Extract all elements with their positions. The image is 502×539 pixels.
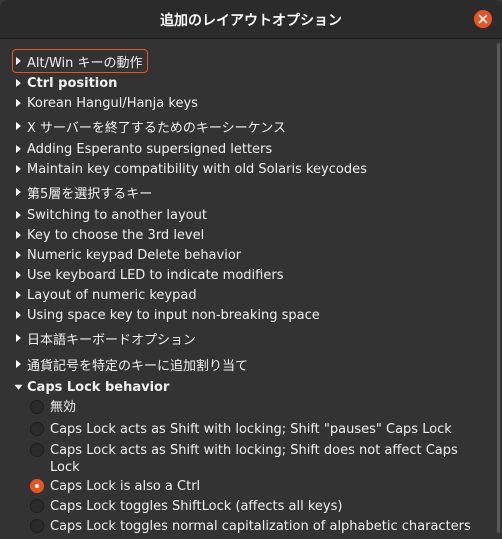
tree-item-label: Use keyboard LED to indicate modifiers: [27, 267, 284, 283]
tree-item-label: Caps Lock behavior: [27, 379, 170, 395]
window-title: 追加のレイアウトオプション: [160, 13, 342, 29]
tree-item-5th-level[interactable]: 第5層を選択するキー: [14, 182, 152, 202]
tree-item-3rd-level[interactable]: Key to choose the 3rd level: [14, 225, 204, 245]
tree-item-label: Numeric keypad Delete behavior: [27, 247, 242, 263]
expander-collapsed-icon[interactable]: [14, 230, 23, 240]
caps-option-shiftlock[interactable]: Caps Lock toggles ShiftLock (affects all…: [30, 498, 470, 515]
caps-option-disabled[interactable]: 無効: [30, 399, 470, 416]
caps-option-shift-pauses[interactable]: Caps Lock acts as Shift with locking; Sh…: [30, 421, 470, 438]
tree-item-japanese-options[interactable]: 日本語キーボードオプション: [14, 328, 196, 348]
radio-label: Caps Lock toggles ShiftLock (affects all…: [50, 499, 343, 514]
radio-label: 無効: [50, 400, 77, 415]
tree-item-korean-keys[interactable]: Korean Hangul/Hanja keys: [14, 93, 198, 113]
close-icon: [478, 14, 488, 24]
tree-item-label: Layout of numeric keypad: [27, 287, 197, 303]
expander-collapsed-icon[interactable]: [14, 78, 23, 88]
tree-item-esperanto[interactable]: Adding Esperanto supersigned letters: [14, 139, 272, 159]
expander-collapsed-icon[interactable]: [14, 98, 23, 108]
caps-option-shift-no-affect[interactable]: Caps Lock acts as Shift with locking; Sh…: [30, 442, 470, 476]
close-button[interactable]: [474, 10, 492, 28]
caps-option-also-ctrl[interactable]: Caps Lock is also a Ctrl: [30, 478, 470, 495]
expander-collapsed-icon[interactable]: [14, 270, 23, 280]
expander-collapsed-icon[interactable]: [14, 144, 23, 154]
tree-item-ctrl-position[interactable]: Ctrl position: [14, 73, 117, 93]
tree-item-nbsp[interactable]: Using space key to input non-breaking sp…: [14, 305, 320, 325]
radio-button[interactable]: [30, 400, 44, 414]
tree-item-label: X サーバーを終了するためのキーシーケンス: [27, 120, 286, 136]
tree-item-numeric-keypad-layout[interactable]: Layout of numeric keypad: [14, 285, 197, 305]
expander-collapsed-icon[interactable]: [14, 187, 23, 197]
radio-label: Caps Lock is also a Ctrl: [50, 479, 201, 494]
tree-item-solaris[interactable]: Maintain key compatibility with old Sola…: [14, 159, 367, 179]
expander-collapsed-icon[interactable]: [14, 121, 23, 131]
expander-collapsed-icon[interactable]: [14, 210, 23, 220]
tree-item-alt-win[interactable]: Alt/Win キーの動作: [12, 49, 148, 73]
tree-item-keypad-delete[interactable]: Numeric keypad Delete behavior: [14, 245, 241, 265]
expander-collapsed-icon[interactable]: [14, 250, 23, 260]
radio-button[interactable]: [30, 499, 44, 513]
tree-item-x-server-kill[interactable]: X サーバーを終了するためのキーシーケンス: [14, 116, 286, 136]
options-tree[interactable]: Alt/Win キーの動作 Ctrl position Korean Hangu…: [0, 39, 502, 539]
radio-label: Caps Lock acts as Shift with locking; Sh…: [50, 422, 452, 437]
radio-button[interactable]: [30, 422, 44, 436]
expander-collapsed-icon[interactable]: [14, 333, 23, 343]
title-bar: 追加のレイアウトオプション: [0, 0, 502, 39]
radio-label: Caps Lock acts as Shift with locking; Sh…: [50, 443, 458, 475]
tree-item-label: 日本語キーボードオプション: [27, 332, 197, 348]
expander-expanded-icon[interactable]: [14, 382, 23, 392]
additional-layout-options-dialog: 追加のレイアウトオプション Alt/Win キーの動作 Ctrl positio…: [0, 0, 502, 539]
tree-item-currency-signs[interactable]: 通貨記号を特定のキーに追加割り当て: [14, 354, 248, 374]
expander-collapsed-icon[interactable]: [14, 310, 23, 320]
expander-collapsed-icon[interactable]: [14, 56, 23, 66]
tree-item-label: 第5層を選択するキー: [27, 186, 153, 202]
tree-item-label: Ctrl position: [27, 75, 118, 91]
radio-button-checked[interactable]: [30, 479, 44, 493]
tree-item-switch-layout[interactable]: Switching to another layout: [14, 205, 207, 225]
tree-item-label: 通貨記号を特定のキーに追加割り当て: [27, 358, 249, 374]
caps-option-normal-capitalization[interactable]: Caps Lock toggles normal capitalization …: [30, 518, 490, 535]
tree-item-caps-lock-behavior[interactable]: Caps Lock behavior: [14, 377, 169, 397]
radio-button[interactable]: [30, 443, 44, 457]
tree-item-led-modifiers[interactable]: Use keyboard LED to indicate modifiers: [14, 265, 283, 285]
tree-item-label: Adding Esperanto supersigned letters: [27, 141, 273, 157]
vertical-scrollbar[interactable]: [497, 43, 500, 533]
expander-collapsed-icon[interactable]: [14, 164, 23, 174]
tree-item-label: Switching to another layout: [27, 207, 207, 223]
radio-label: Caps Lock toggles normal capitalization …: [50, 519, 471, 534]
tree-item-label: Using space key to input non-breaking sp…: [27, 307, 320, 323]
tree-item-label: Alt/Win キーの動作: [27, 55, 143, 71]
tree-item-label: Korean Hangul/Hanja keys: [27, 95, 198, 111]
tree-item-label: Key to choose the 3rd level: [27, 227, 205, 243]
expander-collapsed-icon[interactable]: [14, 290, 23, 300]
radio-button[interactable]: [30, 519, 44, 533]
expander-collapsed-icon[interactable]: [14, 359, 23, 369]
tree-item-label: Maintain key compatibility with old Sola…: [27, 161, 367, 177]
